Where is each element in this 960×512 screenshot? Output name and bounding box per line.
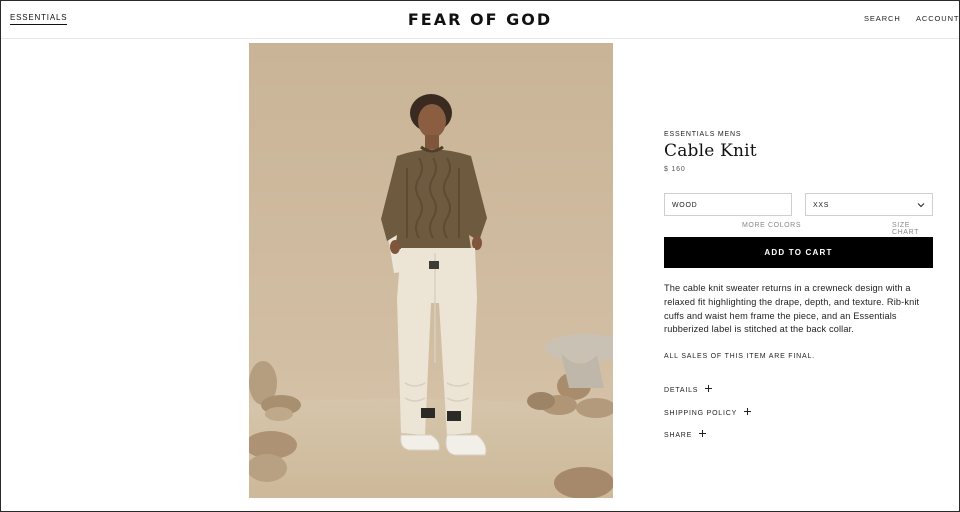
accordion-share[interactable]: SHARE [664, 429, 707, 439]
account-link[interactable]: ACCOUNT [916, 14, 959, 23]
variant-selectors: WOOD XXS [664, 193, 934, 217]
product-price: $ 160 [664, 166, 686, 173]
final-sale-notice: ALL SALES OF THIS ITEM ARE FINAL. [664, 353, 815, 360]
plus-icon [705, 384, 713, 392]
plus-icon [699, 429, 707, 437]
accordion-share-label: SHARE [664, 432, 693, 439]
nav-essentials-link[interactable]: ESSENTIALS [10, 13, 68, 25]
search-link[interactable]: SEARCH [864, 14, 901, 23]
accordion-shipping-label: SHIPPING POLICY [664, 410, 738, 417]
size-select[interactable]: XXS [805, 193, 933, 216]
product-image [249, 43, 613, 498]
add-to-cart-button[interactable]: ADD TO CART [664, 237, 933, 268]
plus-icon [744, 407, 752, 415]
color-select-value: WOOD [672, 202, 698, 209]
size-chart-link[interactable]: SIZE CHART [892, 222, 934, 236]
brand-logo-wrapper: FEAR OF GOD [1, 10, 959, 29]
product-description: The cable knit sweater returns in a crew… [664, 283, 920, 335]
size-select-value: XXS [813, 202, 830, 209]
accordion-details[interactable]: DETAILS [664, 384, 713, 394]
chevron-down-icon [917, 203, 925, 208]
accordion-shipping-policy[interactable]: SHIPPING POLICY [664, 407, 752, 417]
accordion-details-label: DETAILS [664, 387, 699, 394]
more-colors-link[interactable]: MORE COLORS [742, 222, 801, 229]
product-collection-label: ESSENTIALS MENS [664, 131, 742, 138]
color-select[interactable]: WOOD [664, 193, 792, 216]
site-header: ESSENTIALS FEAR OF GOD SEARCH ACCOUNT [1, 1, 959, 39]
product-title: Cable Knit [664, 141, 757, 161]
product-details: ESSENTIALS MENS Cable Knit $ 160 WOOD XX… [664, 131, 934, 439]
brand-logo[interactable]: FEAR OF GOD [408, 10, 552, 29]
